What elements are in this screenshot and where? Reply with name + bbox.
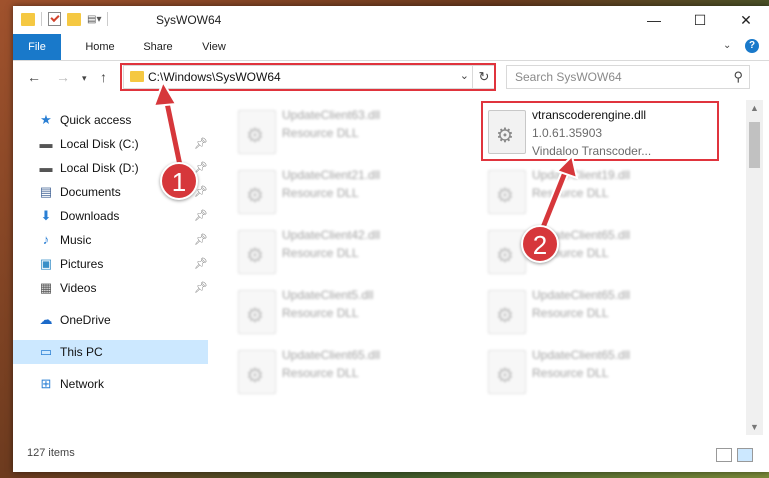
callout-badge-2: 2: [521, 225, 559, 263]
callout-badge-1: 1: [160, 162, 198, 200]
callout-arrows: [152, 79, 579, 240]
arrow-1-head: [152, 79, 178, 108]
